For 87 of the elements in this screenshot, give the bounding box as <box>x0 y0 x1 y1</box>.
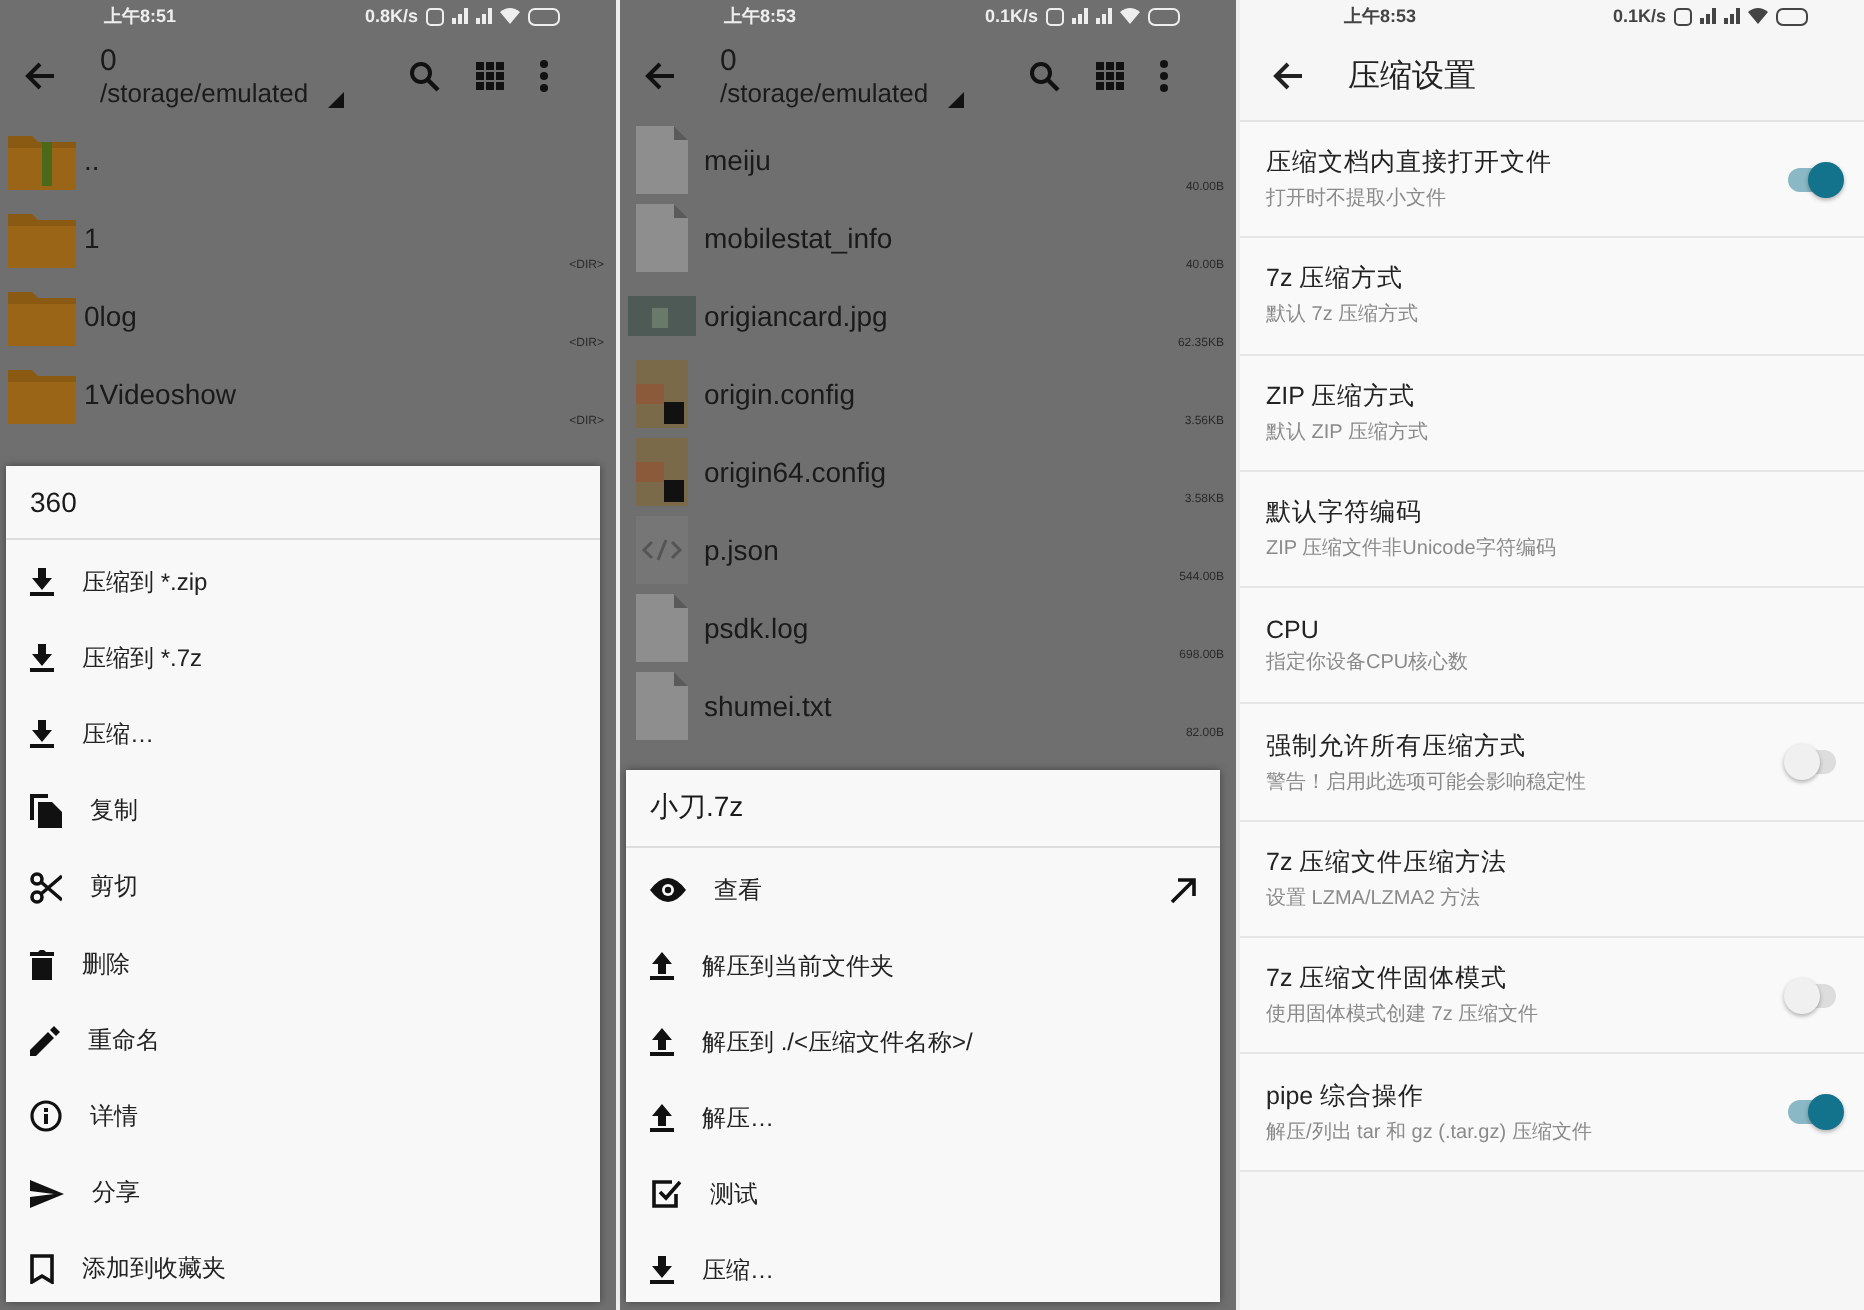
setting-description: 默认 ZIP 压缩方式 <box>1266 419 1430 446</box>
setting-title: 默认字符编码 <box>1266 496 1424 531</box>
status-time: 上午8:53 <box>724 3 797 29</box>
setting-title: 强制允许所有压缩方式 <box>1266 729 1528 764</box>
menu-item[interactable]: 删除 <box>6 925 600 1003</box>
download-icon <box>30 644 54 673</box>
wifi-icon <box>500 8 520 24</box>
setting-title: pipe 综合操作 <box>1266 1079 1427 1114</box>
setting-description: 警告！启用此选项可能会影响稳定性 <box>1266 769 1588 796</box>
dropdown-triangle-icon[interactable] <box>328 92 344 108</box>
wifi-icon <box>1120 8 1140 24</box>
more-menu-icon[interactable] <box>1160 60 1168 92</box>
send-icon <box>30 1179 64 1208</box>
eye-icon <box>650 878 686 902</box>
menu-item[interactable]: 详情 <box>6 1078 600 1155</box>
setting-description: 设置 LZMA/LZMA2 方法 <box>1266 885 1483 912</box>
network-speed: 0.8K/s <box>364 6 418 26</box>
info-icon <box>30 1100 62 1133</box>
upload-icon <box>650 1028 674 1056</box>
setting-title: 压缩文档内直接打开文件 <box>1266 146 1554 181</box>
folder-title: 0 <box>100 44 119 78</box>
menu-item[interactable]: 解压… <box>626 1080 1220 1156</box>
signal-icon <box>1724 8 1740 24</box>
menu-item[interactable]: 压缩到 *.7z <box>6 620 600 697</box>
setting-title: 7z 压缩方式 <box>1266 262 1406 297</box>
folder-title: 0 <box>720 44 739 78</box>
menu-item[interactable]: 解压到 ./<压缩文件名称>/ <box>626 1004 1220 1080</box>
network-speed: 0.1K/s <box>984 6 1038 26</box>
setting-title: 7z 压缩文件压缩方法 <box>1266 845 1510 880</box>
setting-title: CPU <box>1266 615 1321 644</box>
menu-item[interactable]: 测试 <box>626 1156 1220 1232</box>
more-menu-icon[interactable] <box>540 60 548 92</box>
dropdown-triangle-icon[interactable] <box>948 92 964 108</box>
wifi-icon <box>1748 8 1768 24</box>
menu-item[interactable]: 重命名 <box>6 1002 600 1079</box>
back-arrow-icon[interactable] <box>1272 62 1304 90</box>
scissors-icon <box>30 871 62 904</box>
menu-item[interactable]: 查看 <box>626 852 1220 928</box>
search-icon[interactable] <box>1028 60 1060 92</box>
trash-icon <box>30 949 54 980</box>
image-thumbnail-icon <box>628 295 696 335</box>
search-icon[interactable] <box>408 60 440 92</box>
pencil-icon <box>30 1025 60 1056</box>
signal-icon <box>1072 8 1088 24</box>
setting-title: ZIP 压缩方式 <box>1266 379 1418 414</box>
bookmark-icon <box>30 1254 54 1285</box>
menu-item[interactable]: 添加到收藏夹 <box>6 1231 600 1308</box>
network-speed: 0.1K/s <box>1612 6 1666 26</box>
grid-view-icon[interactable] <box>1096 62 1124 90</box>
battery-icon <box>1148 7 1180 25</box>
setting-description: 使用固体模式创建 7z 压缩文件 <box>1266 1001 1541 1029</box>
setting-title: 7z 压缩文件固体模式 <box>1266 962 1510 997</box>
download-icon <box>30 568 54 597</box>
battery-icon <box>528 7 560 25</box>
menu-item[interactable]: 压缩… <box>6 696 600 774</box>
upload-icon <box>650 1104 674 1132</box>
menu-title: 360 <box>6 466 600 540</box>
menu-item[interactable]: 压缩… <box>626 1232 1220 1308</box>
setting-description: ZIP 压缩文件非Unicode字符编码 <box>1266 535 1558 563</box>
signal-icon <box>1096 8 1112 24</box>
setting-description: 指定你设备CPU核心数 <box>1266 649 1471 676</box>
setting-description: 打开时不提取小文件 <box>1266 185 1448 213</box>
diagonal-arrow-icon[interactable] <box>1170 877 1196 903</box>
menu-item[interactable]: 解压到当前文件夹 <box>626 928 1220 1004</box>
setting-description: 解压/列出 tar 和 gz (.tar.gz) 压缩文件 <box>1266 1119 1594 1146</box>
checkbox-icon <box>650 1178 682 1210</box>
menu-item[interactable]: 复制 <box>6 773 600 850</box>
toggle-switch[interactable] <box>1788 750 1836 775</box>
download-icon <box>30 720 54 749</box>
menu-item[interactable]: 分享 <box>6 1155 600 1232</box>
grid-view-icon[interactable] <box>476 62 504 90</box>
menu-item[interactable]: 压缩到 *.zip <box>6 544 600 621</box>
download-icon <box>650 1256 674 1284</box>
status-time: 上午8:53 <box>1344 3 1417 29</box>
signal-icon <box>1700 8 1716 24</box>
upload-icon <box>650 952 674 980</box>
copy-icon <box>30 794 62 829</box>
menu-title: 小刀.7z <box>626 770 1220 848</box>
signal-icon <box>476 8 492 24</box>
menu-item[interactable]: 剪切 <box>6 849 600 926</box>
signal-icon <box>452 8 468 24</box>
toggle-switch[interactable] <box>1788 983 1836 1008</box>
status-time: 上午8:51 <box>104 3 177 29</box>
settings-row[interactable]: ZIP 压缩方式 默认 ZIP 压缩方式 <box>1240 355 1864 472</box>
page-title: 压缩设置 <box>1348 57 1476 97</box>
setting-description: 默认 7z 压缩方式 <box>1266 301 1421 329</box>
battery-icon <box>1776 7 1808 25</box>
